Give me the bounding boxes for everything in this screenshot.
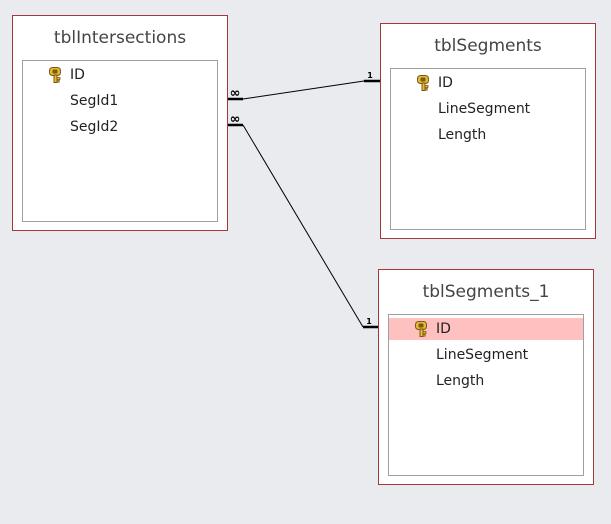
field-label: SegId1 — [70, 93, 119, 109]
table-tblsegments[interactable]: tblSegments ID LineSegment Length — [380, 23, 596, 239]
field-label: SegId2 — [70, 119, 119, 135]
field-row-length[interactable]: Length — [389, 370, 583, 392]
relationship-1[interactable]: ∞ 1 — [228, 71, 380, 101]
field-label: ID — [70, 67, 85, 83]
field-row-length[interactable]: Length — [391, 124, 585, 146]
field-row-id[interactable]: ID — [391, 72, 585, 94]
table-title[interactable]: tblSegments — [381, 36, 595, 56]
field-row-id[interactable]: ID — [23, 64, 217, 86]
field-label: Length — [438, 127, 487, 143]
field-list[interactable]: ID LineSegment Length — [390, 68, 586, 230]
table-title[interactable]: tblIntersections — [13, 28, 227, 48]
relationship-1-one-label: 1 — [367, 71, 373, 80]
field-label: ID — [438, 75, 453, 91]
relationship-2-many-label: ∞ — [230, 112, 241, 127]
relationship-1-line[interactable] — [242, 80, 365, 100]
field-label: Length — [436, 373, 485, 389]
field-label: LineSegment — [436, 347, 529, 363]
field-label: LineSegment — [438, 101, 531, 117]
table-title[interactable]: tblSegments_1 — [379, 282, 593, 302]
field-row-id-selected[interactable]: ID — [389, 318, 583, 340]
field-row-linesegment[interactable]: LineSegment — [389, 344, 583, 366]
table-tblsegments-1[interactable]: tblSegments_1 ID LineSegment Length — [378, 269, 594, 485]
relationship-2[interactable]: ∞ 1 — [228, 112, 379, 329]
primary-key-icon — [415, 321, 427, 337]
field-row-linesegment[interactable]: LineSegment — [391, 98, 585, 120]
field-label: ID — [436, 321, 451, 337]
field-row-segid1[interactable]: SegId1 — [23, 90, 217, 112]
field-list[interactable]: ID LineSegment Length — [388, 314, 584, 476]
primary-key-icon — [49, 67, 61, 83]
relationship-1-many-label: ∞ — [230, 86, 241, 101]
field-row-segid2[interactable]: SegId2 — [23, 116, 217, 138]
relationship-2-line[interactable] — [242, 124, 364, 328]
primary-key-icon — [417, 75, 429, 91]
relationship-2-one-label: 1 — [366, 317, 372, 326]
table-tblintersections[interactable]: tblIntersections ID SegId1 SegId2 — [12, 15, 228, 231]
field-list[interactable]: ID SegId1 SegId2 — [22, 60, 218, 222]
